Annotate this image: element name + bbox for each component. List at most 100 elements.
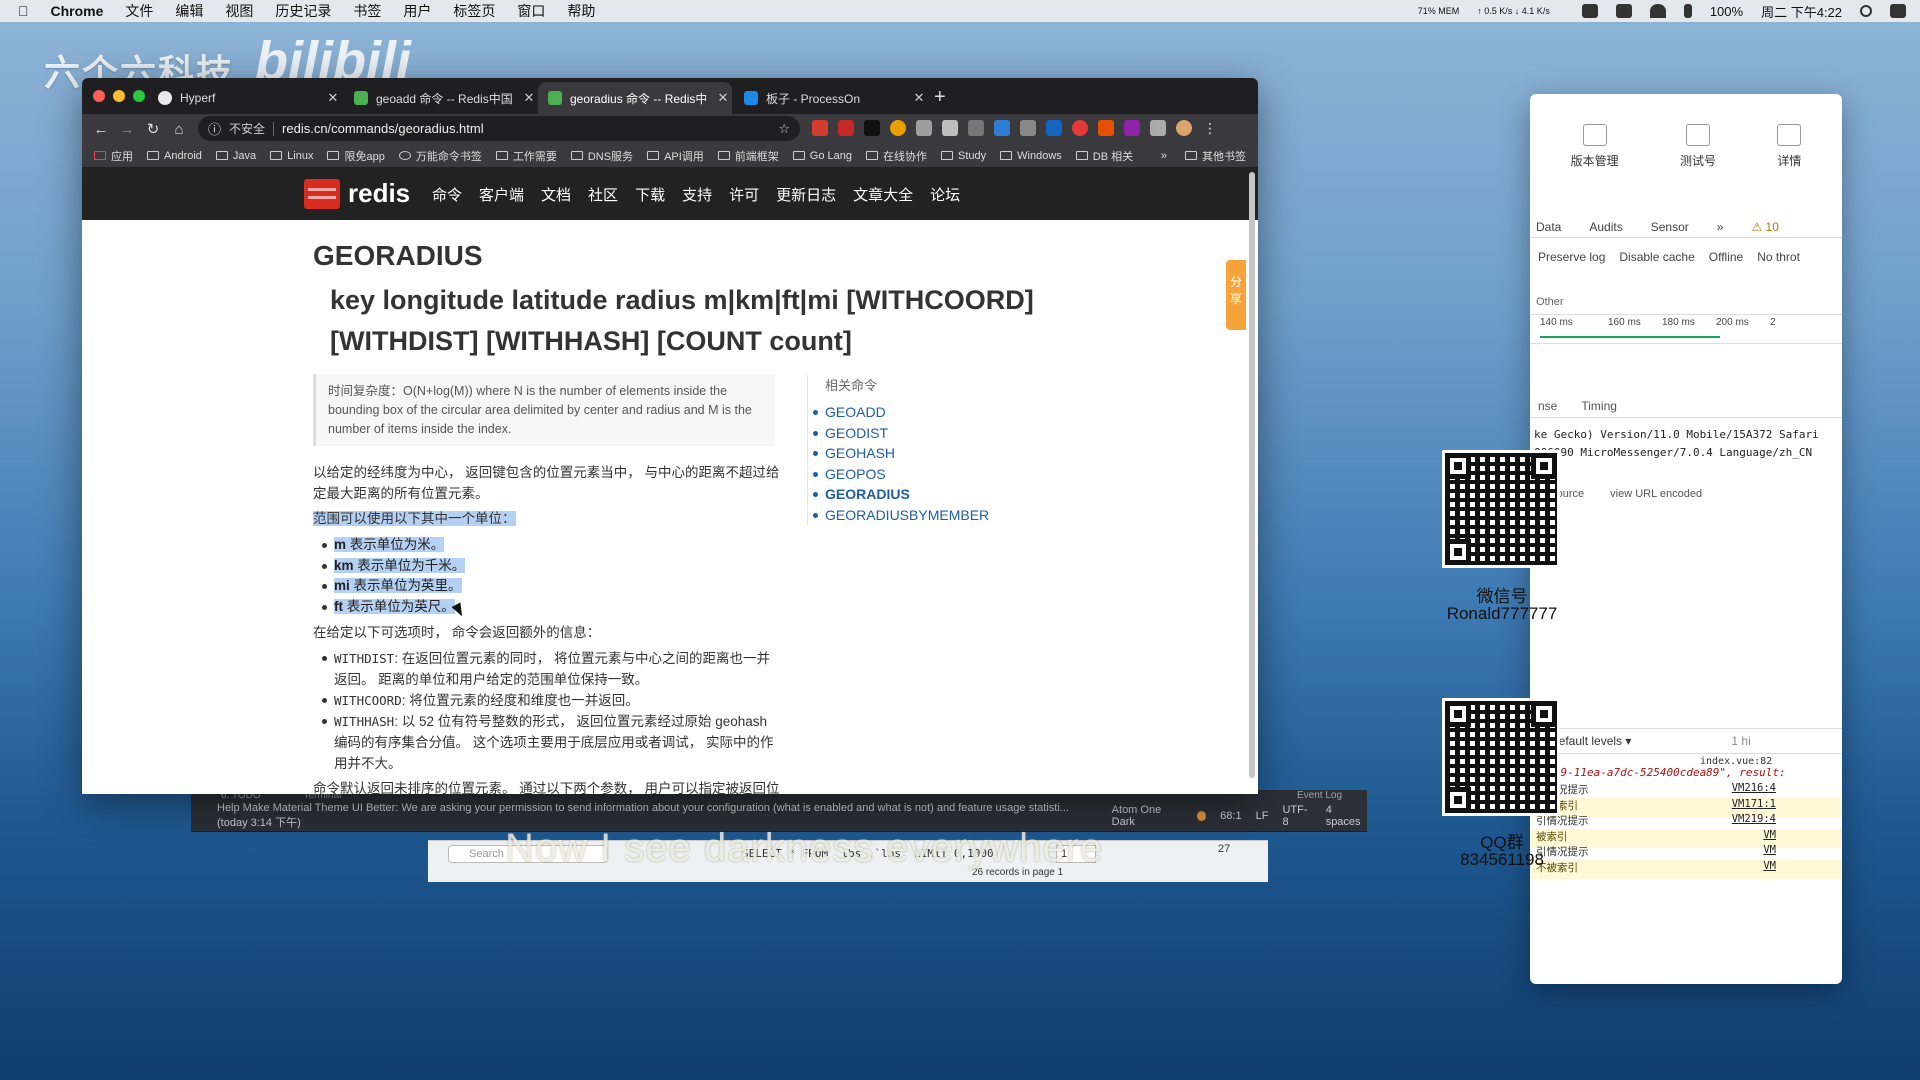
menu-bookmarks[interactable]: 书签 — [353, 1, 381, 21]
bookmark-folder[interactable]: Java — [215, 150, 256, 162]
encoding[interactable]: UTF-8 — [1282, 804, 1311, 828]
nav-changelog[interactable]: 更新日志 — [776, 184, 836, 205]
nav-docs[interactable]: 文档 — [541, 184, 571, 205]
related-georadiusbymember-link[interactable]: GEORADIUSBYMEMBER — [813, 505, 1027, 526]
tab-data[interactable]: Data — [1536, 220, 1561, 234]
share-button[interactable]: 分享 — [1226, 260, 1246, 330]
details-button[interactable]: 详情 — [1777, 124, 1801, 169]
extension-icon[interactable] — [1124, 120, 1140, 136]
tab-geoadd[interactable]: geoadd 命令 -- Redis中国用户组 ✕ — [344, 82, 538, 114]
bookmark-folder[interactable]: Study — [941, 150, 986, 162]
bookmark-folder[interactable]: 限免app — [327, 148, 385, 164]
menu-list-icon[interactable] — [1890, 4, 1906, 18]
url-text[interactable]: redis.cn/commands/georadius.html — [282, 121, 484, 136]
other-bookmarks[interactable]: 其他书签 — [1185, 148, 1246, 164]
theme-name[interactable]: Atom One Dark — [1112, 804, 1183, 828]
bookmark-folder[interactable]: 前端框架 — [717, 148, 779, 164]
throttle-select[interactable]: No throt — [1757, 250, 1800, 264]
version-button[interactable]: 版本管理 — [1571, 124, 1619, 169]
bookmark-apps[interactable]: 应用 — [94, 148, 133, 164]
view-url-encoded-link[interactable]: view URL encoded — [1610, 488, 1702, 500]
filter-other[interactable]: Other — [1530, 294, 1842, 310]
bookmark-star-icon[interactable]: ☆ — [778, 121, 790, 137]
menubar-clock[interactable]: 周二 下午4:22 — [1761, 2, 1842, 21]
cursor-position[interactable]: 68:1 — [1220, 810, 1241, 822]
adblock-icon[interactable] — [812, 120, 828, 136]
menu-edit[interactable]: 编辑 — [175, 1, 203, 21]
apple-icon[interactable]:  — [18, 3, 29, 19]
nav-support[interactable]: 支持 — [682, 184, 712, 205]
redis-logo[interactable]: redis — [304, 178, 410, 209]
menu-file[interactable]: 文件 — [125, 1, 153, 21]
camera-icon[interactable] — [916, 120, 932, 136]
tab-timing[interactable]: Timing — [1581, 399, 1617, 413]
tab-response[interactable]: nse — [1538, 399, 1557, 413]
bookmark-folder[interactable]: 工作需要 — [495, 148, 557, 164]
extension-icon[interactable] — [994, 120, 1010, 136]
close-window-button[interactable] — [93, 90, 105, 102]
bookmark-folder[interactable]: DNS服务 — [570, 148, 633, 164]
menu-tabs[interactable]: 标签页 — [453, 1, 495, 21]
forward-icon[interactable]: → — [114, 121, 140, 138]
close-tab-icon[interactable]: ✕ — [324, 90, 342, 106]
status-icon[interactable] — [1581, 4, 1598, 18]
extension-icon[interactable] — [864, 120, 880, 136]
nav-community[interactable]: 社区 — [588, 184, 618, 205]
battery-status[interactable]: 100% — [1710, 4, 1743, 19]
related-geodist-link[interactable]: GEODIST — [813, 423, 1027, 444]
back-icon[interactable]: ← — [88, 121, 114, 138]
more-menu-icon[interactable]: ⋮ — [1202, 120, 1218, 136]
nav-articles[interactable]: 文章大全 — [853, 184, 913, 205]
bookmark-folder[interactable]: Linux — [270, 150, 313, 162]
bookmarks-overflow-icon[interactable]: » — [1161, 150, 1167, 162]
wifi-icon[interactable] — [1649, 4, 1666, 18]
extension-icon[interactable] — [1046, 120, 1062, 136]
related-geoadd-link[interactable]: GEOADD — [813, 402, 1027, 423]
bluetooth-icon[interactable] — [1683, 4, 1692, 18]
address-bar[interactable]: ⓘ 不安全 redis.cn/commands/georadius.html ☆ — [198, 116, 800, 141]
extension-icon[interactable] — [838, 120, 854, 136]
line-ending[interactable]: LF — [1256, 810, 1269, 822]
tab-sensor[interactable]: Sensor — [1651, 220, 1689, 234]
extension-icon[interactable] — [1072, 120, 1088, 136]
related-geopos-link[interactable]: GEOPOS — [813, 464, 1027, 485]
new-tab-button[interactable]: + — [934, 86, 946, 109]
console-source-link[interactable]: VM — [1763, 860, 1776, 879]
preserve-log-checkbox[interactable]: Preserve log — [1538, 250, 1605, 264]
extension-icon[interactable] — [1098, 120, 1114, 136]
nav-license[interactable]: 许可 — [729, 184, 759, 205]
bookmark-link[interactable]: 万能命令书签 — [398, 148, 482, 164]
offline-checkbox[interactable]: Offline — [1709, 250, 1743, 264]
test-account-button[interactable]: 测试号 — [1680, 124, 1716, 169]
tab-audits[interactable]: Audits — [1589, 220, 1622, 234]
extension-icon[interactable] — [890, 120, 906, 136]
menu-app-name[interactable]: Chrome — [51, 3, 104, 19]
close-tab-icon[interactable]: ✕ — [520, 90, 538, 106]
extension-icon[interactable] — [968, 120, 984, 136]
related-geohash-link[interactable]: GEOHASH — [813, 443, 1027, 464]
levels-select[interactable]: Default levels ▾ — [1550, 734, 1631, 748]
disable-cache-checkbox[interactable]: Disable cache — [1619, 250, 1694, 264]
extension-icon[interactable] — [942, 120, 958, 136]
menu-help[interactable]: 帮助 — [567, 1, 595, 21]
bookmark-folder[interactable]: 在线协作 — [866, 148, 927, 164]
reload-icon[interactable]: ↻ — [140, 120, 166, 138]
nav-forum[interactable]: 论坛 — [930, 184, 960, 205]
home-icon[interactable]: ⌂ — [166, 121, 192, 138]
close-tab-icon[interactable]: ✕ — [910, 90, 928, 106]
tab-hyperf[interactable]: Hyperf ✕ — [148, 82, 342, 114]
bookmark-folder[interactable]: API调用 — [647, 148, 704, 164]
nav-clients[interactable]: 客户端 — [479, 184, 524, 205]
tab-more[interactable]: » — [1717, 220, 1724, 234]
tab-georadius[interactable]: georadius 命令 -- Redis中国用户组 ✕ — [538, 82, 732, 114]
menu-user[interactable]: 用户 — [403, 1, 431, 21]
menu-window[interactable]: 窗口 — [517, 1, 545, 21]
info-icon[interactable]: ⓘ — [208, 119, 221, 138]
bookmark-folder[interactable]: Go Lang — [792, 150, 852, 162]
security-indicator[interactable]: 不安全 — [229, 120, 265, 137]
status-icon[interactable] — [1615, 4, 1632, 18]
extension-icon[interactable] — [1020, 120, 1036, 136]
nav-download[interactable]: 下载 — [635, 184, 665, 205]
bookmark-folder[interactable]: Android — [147, 150, 202, 162]
page-scrollbar[interactable] — [1249, 172, 1255, 778]
